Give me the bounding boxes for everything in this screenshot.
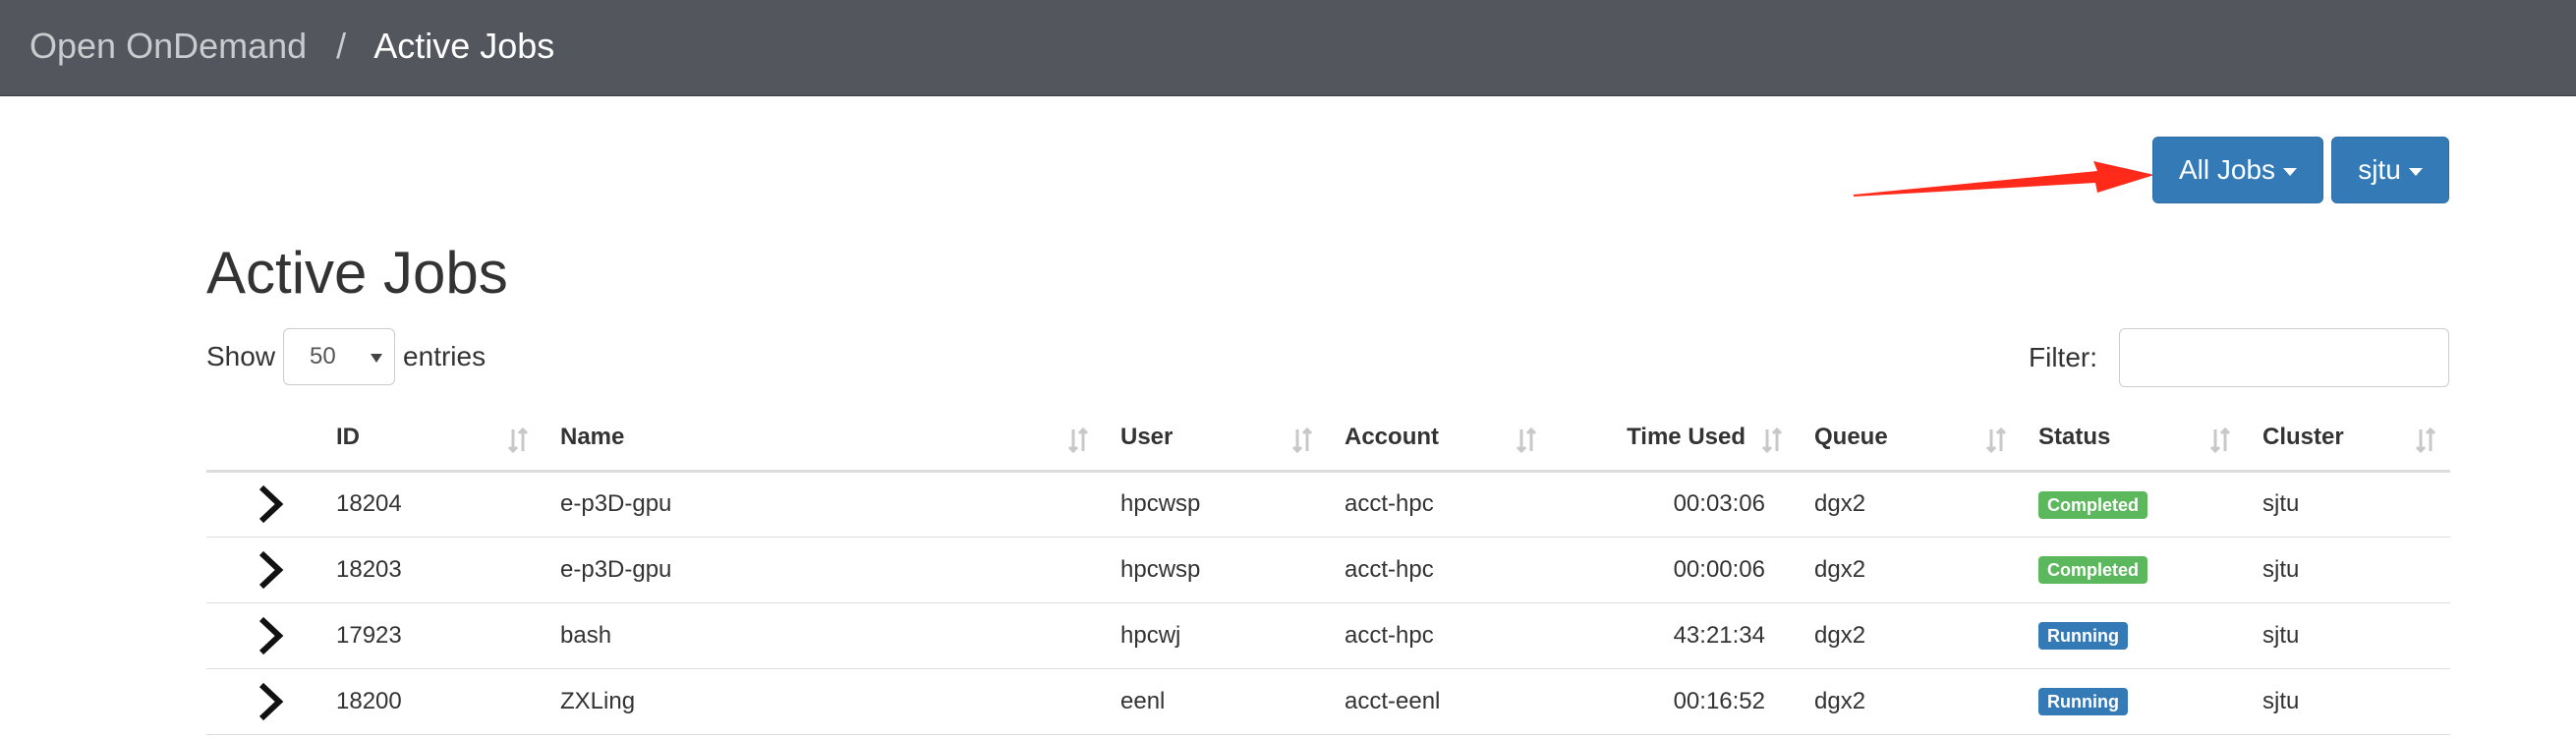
job-time-used-cell: 00:00:06 <box>1551 537 1797 603</box>
column-header-cluster[interactable]: Cluster <box>2245 406 2450 473</box>
column-header-time-used[interactable]: Time Used <box>1551 406 1797 473</box>
sort-icon <box>2209 427 2231 453</box>
chevron-right-icon[interactable] <box>252 550 291 590</box>
column-header-queue[interactable]: Queue <box>1797 406 2021 473</box>
chevron-right-icon[interactable] <box>252 616 291 655</box>
entries-label: entries <box>403 341 487 371</box>
table-filter-control: Filter: <box>2029 328 2449 387</box>
job-time-used-cell: 43:21:34 <box>1551 602 1797 669</box>
job-account-cell: acct-hpc <box>1327 471 1551 538</box>
job-name-cell: e-p3D-gpu <box>543 537 1103 603</box>
job-time-used-cell: 00:03:06 <box>1551 471 1797 538</box>
sort-icon <box>1067 427 1089 453</box>
row-expander-cell <box>206 602 318 669</box>
job-queue-cell: dgx2 <box>1797 471 2021 538</box>
job-status-cell: Completed <box>2021 537 2245 603</box>
select-caret-icon <box>371 354 383 363</box>
all-jobs-dropdown-label: All Jobs <box>2178 154 2276 185</box>
breadcrumb-separator: / <box>336 26 347 66</box>
job-status-cell: Completed <box>2021 471 2245 538</box>
job-user-cell: hpcwsp <box>1103 537 1327 603</box>
status-badge: Completed <box>2038 556 2148 584</box>
job-id-cell: 18204 <box>318 471 543 538</box>
sort-icon <box>1985 427 2007 453</box>
job-cluster-cell: sjtu <box>2245 668 2450 735</box>
column-header-account[interactable]: Account <box>1327 406 1551 473</box>
job-account-cell: acct-eenl <box>1327 668 1551 735</box>
job-name-cell: e-p3D-gpu <box>543 471 1103 538</box>
row-expander-cell <box>206 537 318 603</box>
row-expander-cell <box>206 471 318 538</box>
filter-label: Filter: <box>2029 342 2097 372</box>
sort-icon <box>1291 427 1313 453</box>
job-queue-cell: dgx2 <box>1797 537 2021 603</box>
job-user-cell: eenl <box>1103 668 1327 735</box>
job-user-cell: hpcwsp <box>1103 471 1327 538</box>
job-status-cell: Running <box>2021 668 2245 735</box>
expander-column-header <box>206 406 318 473</box>
job-id-cell: 18200 <box>318 668 543 735</box>
cluster-dropdown-label: sjtu <box>2358 154 2401 185</box>
column-header-id[interactable]: ID <box>318 406 543 473</box>
table-header-row: ID Name User Account Time Used Queue Sta… <box>206 406 2450 473</box>
sort-icon <box>1516 427 1537 453</box>
caret-down-icon <box>2283 168 2298 176</box>
job-user-cell: hpcwj <box>1103 602 1327 669</box>
status-badge: Running <box>2038 688 2128 715</box>
all-jobs-dropdown-button[interactable]: All Jobs <box>2152 137 2323 203</box>
job-queue-cell: dgx2 <box>1797 668 2021 735</box>
chevron-right-icon[interactable] <box>252 484 291 524</box>
entries-per-page-value: 50 <box>310 343 336 370</box>
job-id-cell: 18203 <box>318 537 543 603</box>
annotation-arrow-icon <box>1854 161 2154 197</box>
top-navbar: Open OnDemand / Active Jobs <box>0 0 2576 96</box>
sort-icon <box>507 427 529 453</box>
job-time-used-cell: 00:16:52 <box>1551 668 1797 735</box>
table-row[interactable]: 17923 bash hpcwj acct-hpc 43:21:34 dgx2 … <box>206 602 2450 669</box>
show-label: Show <box>206 341 276 371</box>
chevron-right-icon[interactable] <box>252 682 291 721</box>
job-name-cell: ZXLing <box>543 668 1103 735</box>
job-status-cell: Running <box>2021 602 2245 669</box>
job-account-cell: acct-hpc <box>1327 602 1551 669</box>
column-header-status[interactable]: Status <box>2021 406 2245 473</box>
cluster-dropdown-button[interactable]: sjtu <box>2331 137 2449 203</box>
row-expander-cell <box>206 668 318 735</box>
table-length-control: Show 50 entries <box>206 328 486 385</box>
table-row[interactable]: 18203 e-p3D-gpu hpcwsp acct-hpc 00:00:06… <box>206 537 2450 603</box>
page-title: Active Jobs <box>206 240 508 306</box>
job-cluster-cell: sjtu <box>2245 602 2450 669</box>
column-header-name[interactable]: Name <box>543 406 1103 473</box>
breadcrumb: Open OnDemand / Active Jobs <box>29 22 554 71</box>
caret-down-icon <box>2408 168 2423 176</box>
breadcrumb-current: Active Jobs <box>373 26 555 66</box>
sort-icon <box>1761 427 1783 453</box>
job-cluster-cell: sjtu <box>2245 471 2450 538</box>
filter-input[interactable] <box>2119 328 2449 387</box>
column-header-user[interactable]: User <box>1103 406 1327 473</box>
job-account-cell: acct-hpc <box>1327 537 1551 603</box>
job-name-cell: bash <box>543 602 1103 669</box>
breadcrumb-home-link[interactable]: Open OnDemand <box>29 26 307 66</box>
job-cluster-cell: sjtu <box>2245 537 2450 603</box>
job-id-cell: 17923 <box>318 602 543 669</box>
table-row[interactable]: 18200 ZXLing eenl acct-eenl 00:16:52 dgx… <box>206 668 2450 735</box>
table-row[interactable]: 18204 e-p3D-gpu hpcwsp acct-hpc 00:03:06… <box>206 471 2450 538</box>
entries-per-page-select[interactable]: 50 <box>283 328 396 385</box>
sort-icon <box>2415 427 2436 453</box>
status-badge: Running <box>2038 622 2128 650</box>
job-queue-cell: dgx2 <box>1797 602 2021 669</box>
status-badge: Completed <box>2038 490 2148 519</box>
active-jobs-table: ID Name User Account Time Used Queue Sta… <box>206 406 2450 735</box>
